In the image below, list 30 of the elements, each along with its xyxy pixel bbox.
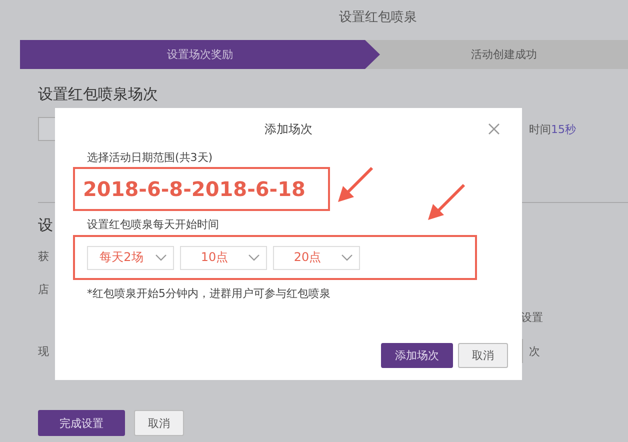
step-tab[interactable]: 设置场次奖励 xyxy=(20,40,380,69)
field-label: 获 xyxy=(38,248,49,264)
dialog-button[interactable]: 取消 xyxy=(458,343,508,368)
note-text: *红包喷泉开始5分钟内，进群用户可参与红包喷泉 xyxy=(87,286,332,301)
dropdown[interactable]: 10点 xyxy=(180,246,267,270)
setting-label: 设置 xyxy=(521,310,543,324)
unit-label: 次 xyxy=(529,344,540,358)
section-title: 设 xyxy=(38,216,53,234)
footer-button[interactable]: 完成设置 xyxy=(38,410,125,436)
input-field[interactable] xyxy=(38,117,55,141)
step-tab[interactable]: 活动创建成功 xyxy=(380,40,628,69)
chevron-down-icon xyxy=(341,254,353,261)
dialog-title: 添加场次 xyxy=(264,120,312,138)
date-range: 2018-6-8-2018-6-18 xyxy=(83,177,306,201)
chevron-down-icon xyxy=(248,254,260,261)
arrow-drawing xyxy=(426,182,468,222)
field-label: 现 xyxy=(38,344,49,358)
dialog-button[interactable]: 添加场次 xyxy=(381,343,453,368)
field-label: 店 xyxy=(38,282,49,296)
page-title: 设置红包喷泉 xyxy=(339,9,417,26)
arrow-drawing xyxy=(336,164,376,204)
chevron-down-icon xyxy=(155,254,167,261)
footer-button[interactable]: 取消 xyxy=(134,410,184,436)
duration-text: 时间15秒 xyxy=(529,122,576,136)
section-title: 设置红包喷泉场次 xyxy=(38,85,159,105)
dropdown[interactable]: 20点 xyxy=(273,246,360,270)
dropdown[interactable]: 每天2场 xyxy=(87,246,174,270)
field-label: 选择活动日期范围(共3天) xyxy=(87,150,214,165)
close-icon[interactable] xyxy=(488,123,500,135)
field-label: 设置红包喷泉每天开始时间 xyxy=(87,217,220,232)
